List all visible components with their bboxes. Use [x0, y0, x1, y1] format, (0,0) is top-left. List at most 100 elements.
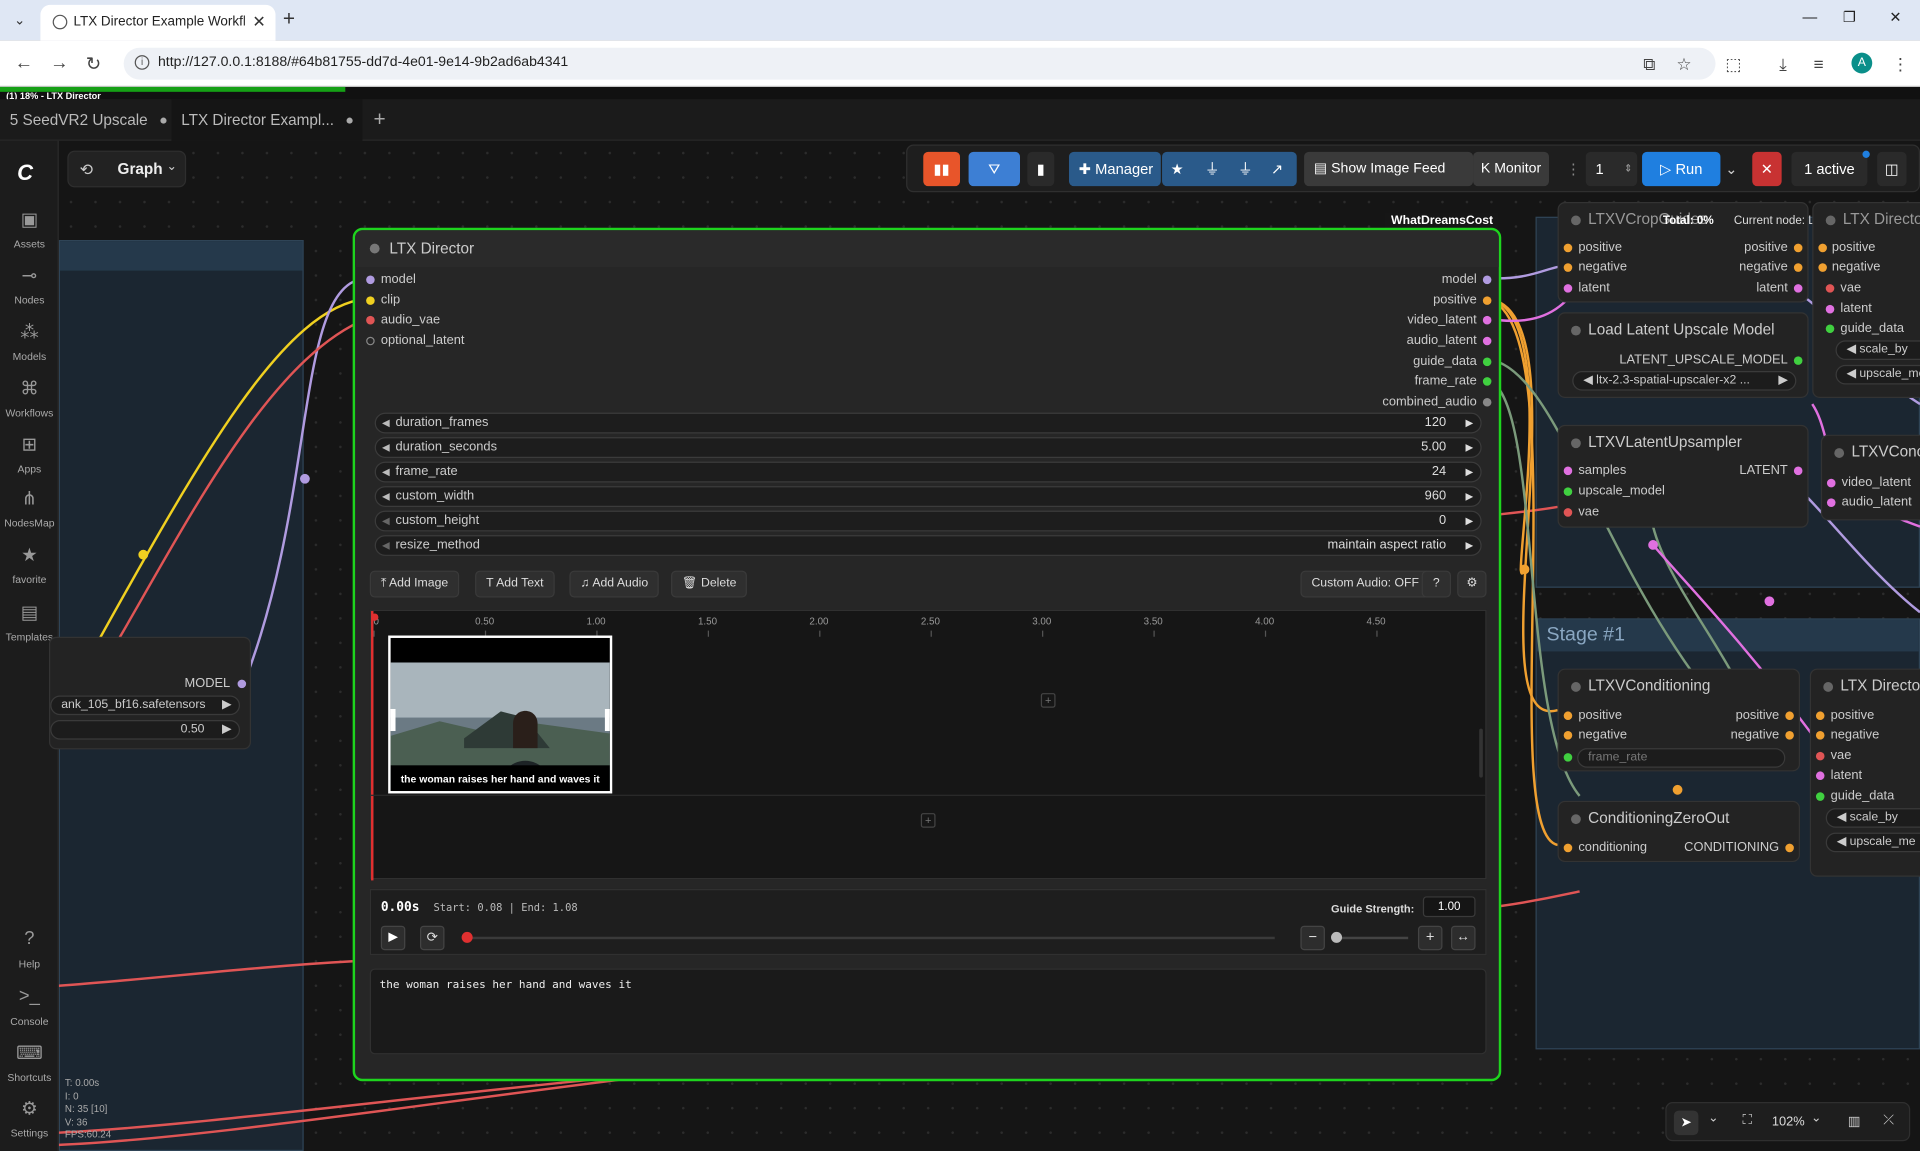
output-pin[interactable]: [1785, 711, 1794, 721]
output-pin[interactable]: [1793, 284, 1803, 293]
custom-width-widget[interactable]: ◀ custom_width 960 ▶: [374, 486, 1482, 507]
zoom-slider-handle[interactable]: [1331, 931, 1343, 943]
hide-links-icon[interactable]: ⤫: [1883, 1113, 1894, 1129]
collapse-dot-icon[interactable]: [1571, 215, 1581, 226]
input-pin[interactable]: [1815, 711, 1825, 721]
collapse-dot-icon[interactable]: [1823, 682, 1834, 692]
ltxv-conditioning-node[interactable]: LTXVConditioning positive negative posit…: [1557, 668, 1801, 772]
sidebar-item-models[interactable]: ⁂ Models: [0, 321, 59, 362]
fit-view-icon[interactable]: ⛶: [1742, 1113, 1751, 1129]
input-pin[interactable]: [1815, 731, 1825, 740]
upscale-method-widget[interactable]: ◀ upscale_me: [1835, 364, 1920, 385]
prompt-textarea[interactable]: the woman raises her hand and waves it: [369, 968, 1487, 1055]
arrow-left-icon[interactable]: ◀: [382, 512, 390, 530]
collapse-dot-icon[interactable]: [1571, 438, 1581, 449]
audio-tool-button[interactable]: ▮▮: [923, 151, 961, 187]
run-button[interactable]: ▷ Run: [1642, 151, 1721, 187]
loop-button[interactable]: ⟳: [420, 925, 445, 951]
seek-handle[interactable]: [461, 931, 473, 943]
sidebar-item-settings[interactable]: ⚙ Settings: [0, 1097, 59, 1138]
bookmark-button[interactable]: ▮: [1027, 151, 1055, 187]
input-pin[interactable]: [366, 336, 375, 346]
custom-audio-toggle[interactable]: Custom Audio: OFF: [1300, 570, 1430, 598]
clip-trim-handle-right[interactable]: [604, 708, 610, 732]
duration-frames-widget[interactable]: ◀ duration_frames 120 ▶: [374, 412, 1482, 434]
seek-track[interactable]: [468, 936, 1275, 940]
collapse-dot-icon[interactable]: [1571, 682, 1581, 692]
conditioning-zero-out-node[interactable]: ConditioningZeroOut conditioning CONDITI…: [1557, 800, 1801, 863]
output-pin[interactable]: [1482, 296, 1492, 305]
collapse-dot-icon[interactable]: [1571, 814, 1581, 825]
play-button[interactable]: ▶: [380, 925, 406, 951]
upscale-model-select[interactable]: ◀ ltx-2.3-spatial-upscaler-x2 ... ▶: [1572, 371, 1797, 391]
sidebar-item-nodesmap[interactable]: ⋔ NodesMap: [0, 487, 59, 529]
add-clip-plus-icon[interactable]: +: [920, 813, 936, 828]
graph-mode-button[interactable]: ⟲ Graph ⌄: [67, 150, 187, 188]
input-pin[interactable]: [366, 315, 375, 325]
minimap-icon[interactable]: ▥: [1848, 1113, 1861, 1129]
add-image-button[interactable]: ⤒ Add Image: [369, 570, 460, 598]
zoom-level[interactable]: 102%: [1772, 1114, 1805, 1129]
input-pin[interactable]: [1818, 263, 1827, 272]
sidebar-item-workflows[interactable]: ⌘ Workflows: [0, 377, 59, 418]
zoom-in-button[interactable]: +: [1417, 925, 1443, 951]
ltxv-latent-upsampler-node[interactable]: LTXVLatentUpsampler samples upscale_mode…: [1557, 424, 1809, 528]
load-latent-upscale-model-node[interactable]: Load Latent Upscale Model LATENT_UPSCALE…: [1557, 312, 1809, 398]
input-pin[interactable]: [1563, 284, 1573, 293]
arrow-right-icon[interactable]: ▶: [1466, 414, 1474, 432]
input-pin[interactable]: [1563, 487, 1573, 496]
output-pin[interactable]: [1482, 377, 1492, 386]
sidebar-item-assets[interactable]: ▣ Assets: [0, 208, 59, 249]
scale-by-widget[interactable]: ◀ scale_by: [1825, 808, 1920, 828]
arrow-right-icon[interactable]: ▶: [222, 697, 231, 714]
sidebar-item-shortcuts[interactable]: ⌨ Shortcuts: [0, 1042, 59, 1083]
active-queue-button[interactable]: 1 active: [1791, 151, 1868, 187]
output-pin[interactable]: [1793, 243, 1803, 253]
arrow-left-icon[interactable]: ◀: [382, 414, 390, 432]
input-pin[interactable]: [1563, 753, 1573, 762]
sidebar-item-console[interactable]: >_ Console: [0, 986, 59, 1028]
input-pin[interactable]: [366, 296, 375, 305]
arrow-right-icon[interactable]: ▶: [1466, 438, 1474, 456]
clip-trim-handle-left[interactable]: [390, 708, 396, 732]
input-pin[interactable]: [1815, 771, 1825, 781]
output-pin[interactable]: [1793, 466, 1803, 476]
manager-button[interactable]: ✚ Manager: [1068, 151, 1161, 187]
add-text-button[interactable]: T Add Text: [475, 570, 555, 598]
ltxv-concat-node[interactable]: LTXVConc video_latent audio_latent: [1820, 434, 1920, 521]
add-clip-plus-icon[interactable]: +: [1040, 693, 1056, 708]
model-file-widget[interactable]: ank_105_bf16.safetensors ▶: [50, 695, 241, 716]
run-options-chevron-icon[interactable]: ⌄: [1723, 152, 1740, 186]
input-pin[interactable]: [1563, 711, 1573, 721]
upscale-method-widget[interactable]: ◀ upscale_me: [1825, 832, 1920, 853]
input-pin[interactable]: [1826, 498, 1836, 507]
resize-method-widget[interactable]: ◀ resize_method maintain aspect ratio ▶: [374, 535, 1482, 556]
arrow-left-icon[interactable]: ◀: [1583, 373, 1596, 386]
timeline-image-clip[interactable]: the woman raises her hand and waves it: [388, 635, 613, 794]
sidebar-item-help[interactable]: ? Help: [0, 928, 59, 970]
input-pin[interactable]: [1563, 508, 1573, 517]
arrow-right-icon[interactable]: ▶: [1466, 463, 1474, 481]
sidebar-item-apps[interactable]: ⊞ Apps: [0, 433, 59, 475]
input-pin[interactable]: [366, 275, 375, 285]
collapse-dot-icon[interactable]: [369, 243, 380, 254]
input-pin[interactable]: [1815, 792, 1825, 801]
select-tool-button[interactable]: ➤: [1673, 1110, 1699, 1136]
zoom-out-button[interactable]: −: [1300, 925, 1325, 951]
toggle-panel-button[interactable]: ◫: [1877, 151, 1907, 187]
flag-icon[interactable]: ⏚: [1205, 152, 1220, 186]
arrow-left-icon[interactable]: ◀: [1837, 811, 1850, 824]
playhead[interactable]: [371, 611, 374, 881]
arrow-left-icon[interactable]: ◀: [382, 463, 390, 481]
input-pin[interactable]: [1815, 751, 1825, 761]
input-pin[interactable]: [1825, 284, 1835, 293]
cancel-button[interactable]: ✕: [1752, 151, 1782, 187]
scale-by-widget[interactable]: ◀ scale_by: [1835, 340, 1920, 361]
playhead-handle[interactable]: [371, 613, 379, 621]
sidebar-item-favorite[interactable]: ★ favorite: [0, 544, 59, 585]
help-button[interactable]: ?: [1421, 570, 1452, 598]
output-pin[interactable]: [1793, 356, 1803, 365]
arrow-left-icon[interactable]: ◀: [382, 536, 390, 554]
input-pin[interactable]: [1825, 304, 1835, 314]
comfy-logo[interactable]: C: [17, 160, 33, 186]
